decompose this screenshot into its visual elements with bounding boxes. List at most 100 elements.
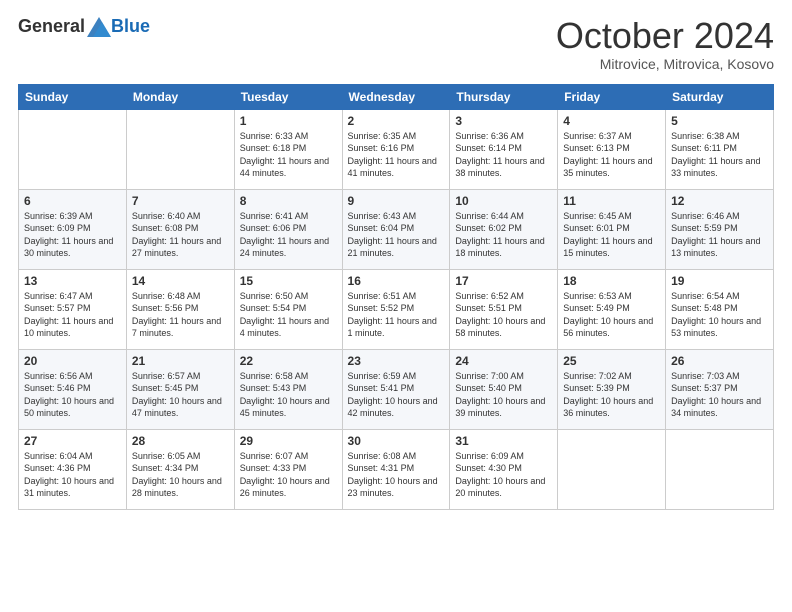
day-info: Sunrise: 6:58 AMSunset: 5:43 PMDaylight:… <box>240 370 337 420</box>
day-number: 25 <box>563 354 660 368</box>
day-info: Sunrise: 6:56 AMSunset: 5:46 PMDaylight:… <box>24 370 121 420</box>
day-info: Sunrise: 6:43 AMSunset: 6:04 PMDaylight:… <box>348 210 445 260</box>
day-info: Sunrise: 6:47 AMSunset: 5:57 PMDaylight:… <box>24 290 121 340</box>
table-row <box>126 109 234 189</box>
table-row: 2Sunrise: 6:35 AMSunset: 6:16 PMDaylight… <box>342 109 450 189</box>
table-row: 27 Sunrise: 6:04 AMSunset: 4:36 PMDayligh… <box>19 429 127 509</box>
day-info: Sunrise: 6:59 AMSunset: 5:41 PMDaylight:… <box>348 370 445 420</box>
day-number: 24 <box>455 354 552 368</box>
day-number: 16 <box>348 274 445 288</box>
table-row: 22 Sunrise: 6:58 AMSunset: 5:43 PMDayligh… <box>234 349 342 429</box>
page: General Blue October 2024 Mitrovice, Mit… <box>0 0 792 612</box>
table-row: 9 Sunrise: 6:43 AMSunset: 6:04 PMDaylight… <box>342 189 450 269</box>
table-row: 5Sunrise: 6:38 AMSunset: 6:11 PMDaylight… <box>666 109 774 189</box>
day-info: Sunrise: 6:51 AMSunset: 5:52 PMDaylight:… <box>348 290 445 340</box>
week-row-3: 20 Sunrise: 6:56 AMSunset: 5:46 PMDayligh… <box>19 349 774 429</box>
logo-icon <box>87 17 111 37</box>
day-number: 12 <box>671 194 768 208</box>
calendar-header-row: Sunday Monday Tuesday Wednesday Thursday… <box>19 84 774 109</box>
day-info: Sunrise: 6:36 AMSunset: 6:14 PMDaylight:… <box>455 130 552 180</box>
day-number: 27 <box>24 434 121 448</box>
table-row: 18 Sunrise: 6:53 AMSunset: 5:49 PMDayligh… <box>558 269 666 349</box>
day-number: 1 <box>240 114 337 128</box>
table-row: 13Sunrise: 6:47 AMSunset: 5:57 PMDayligh… <box>19 269 127 349</box>
day-info: Sunrise: 6:09 AMSunset: 4:30 PMDaylight:… <box>455 450 552 500</box>
table-row: 28Sunrise: 6:05 AMSunset: 4:34 PMDayligh… <box>126 429 234 509</box>
day-info: Sunrise: 6:52 AMSunset: 5:51 PMDaylight:… <box>455 290 552 340</box>
day-number: 28 <box>132 434 229 448</box>
day-info: Sunrise: 6:35 AMSunset: 6:16 PMDaylight:… <box>348 130 445 180</box>
day-number: 23 <box>348 354 445 368</box>
day-number: 18 <box>563 274 660 288</box>
day-number: 31 <box>455 434 552 448</box>
day-info: Sunrise: 6:41 AMSunset: 6:06 PMDaylight:… <box>240 210 337 260</box>
day-info: Sunrise: 6:54 AMSunset: 5:48 PMDaylight:… <box>671 290 768 340</box>
table-row: 17 Sunrise: 6:52 AMSunset: 5:51 PMDayligh… <box>450 269 558 349</box>
day-number: 30 <box>348 434 445 448</box>
table-row: 14Sunrise: 6:48 AMSunset: 5:56 PMDayligh… <box>126 269 234 349</box>
table-row: 23 Sunrise: 6:59 AMSunset: 5:41 PMDayligh… <box>342 349 450 429</box>
day-number: 29 <box>240 434 337 448</box>
day-info: Sunrise: 6:33 AMSunset: 6:18 PMDaylight:… <box>240 130 337 180</box>
day-info: Sunrise: 6:57 AMSunset: 5:45 PMDaylight:… <box>132 370 229 420</box>
table-row: 6 Sunrise: 6:39 AMSunset: 6:09 PMDaylight… <box>19 189 127 269</box>
day-number: 11 <box>563 194 660 208</box>
day-number: 15 <box>240 274 337 288</box>
day-number: 21 <box>132 354 229 368</box>
logo-area: General Blue <box>18 16 150 37</box>
day-info: Sunrise: 6:08 AMSunset: 4:31 PMDaylight:… <box>348 450 445 500</box>
day-info: Sunrise: 7:00 AMSunset: 5:40 PMDaylight:… <box>455 370 552 420</box>
day-number: 6 <box>24 194 121 208</box>
col-sunday: Sunday <box>19 84 127 109</box>
day-info: Sunrise: 6:53 AMSunset: 5:49 PMDaylight:… <box>563 290 660 340</box>
table-row: 7 Sunrise: 6:40 AMSunset: 6:08 PMDaylight… <box>126 189 234 269</box>
table-row: 11Sunrise: 6:45 AMSunset: 6:01 PMDayligh… <box>558 189 666 269</box>
table-row: 20 Sunrise: 6:56 AMSunset: 5:46 PMDayligh… <box>19 349 127 429</box>
day-number: 19 <box>671 274 768 288</box>
day-number: 20 <box>24 354 121 368</box>
table-row: 10Sunrise: 6:44 AMSunset: 6:02 PMDayligh… <box>450 189 558 269</box>
day-info: Sunrise: 6:37 AMSunset: 6:13 PMDaylight:… <box>563 130 660 180</box>
day-info: Sunrise: 7:02 AMSunset: 5:39 PMDaylight:… <box>563 370 660 420</box>
table-row: 31 Sunrise: 6:09 AMSunset: 4:30 PMDayligh… <box>450 429 558 509</box>
table-row: 8 Sunrise: 6:41 AMSunset: 6:06 PMDaylight… <box>234 189 342 269</box>
day-number: 17 <box>455 274 552 288</box>
table-row: 26 Sunrise: 7:03 AMSunset: 5:37 PMDayligh… <box>666 349 774 429</box>
col-friday: Friday <box>558 84 666 109</box>
week-row-4: 27 Sunrise: 6:04 AMSunset: 4:36 PMDayligh… <box>19 429 774 509</box>
day-number: 4 <box>563 114 660 128</box>
table-row <box>666 429 774 509</box>
day-number: 26 <box>671 354 768 368</box>
day-info: Sunrise: 6:46 AMSunset: 5:59 PMDaylight:… <box>671 210 768 260</box>
day-info: Sunrise: 6:39 AMSunset: 6:09 PMDaylight:… <box>24 210 121 260</box>
day-number: 3 <box>455 114 552 128</box>
col-saturday: Saturday <box>666 84 774 109</box>
day-number: 7 <box>132 194 229 208</box>
logo: General Blue <box>18 16 150 37</box>
day-info: Sunrise: 6:38 AMSunset: 6:11 PMDaylight:… <box>671 130 768 180</box>
day-info: Sunrise: 6:04 AMSunset: 4:36 PMDaylight:… <box>24 450 121 500</box>
table-row: 3 Sunrise: 6:36 AMSunset: 6:14 PMDaylight… <box>450 109 558 189</box>
week-row-1: 6 Sunrise: 6:39 AMSunset: 6:09 PMDaylight… <box>19 189 774 269</box>
table-row: 25 Sunrise: 7:02 AMSunset: 5:39 PMDayligh… <box>558 349 666 429</box>
table-row: 24 Sunrise: 7:00 AMSunset: 5:40 PMDayligh… <box>450 349 558 429</box>
table-row <box>558 429 666 509</box>
table-row: 1 Sunrise: 6:33 AMSunset: 6:18 PMDaylight… <box>234 109 342 189</box>
col-monday: Monday <box>126 84 234 109</box>
day-number: 8 <box>240 194 337 208</box>
day-info: Sunrise: 6:40 AMSunset: 6:08 PMDaylight:… <box>132 210 229 260</box>
logo-general-text: General <box>18 16 85 37</box>
day-number: 22 <box>240 354 337 368</box>
month-title: October 2024 <box>556 16 774 56</box>
table-row: 29Sunrise: 6:07 AMSunset: 4:33 PMDayligh… <box>234 429 342 509</box>
table-row: 15Sunrise: 6:50 AMSunset: 5:54 PMDayligh… <box>234 269 342 349</box>
day-number: 9 <box>348 194 445 208</box>
col-wednesday: Wednesday <box>342 84 450 109</box>
week-row-2: 13Sunrise: 6:47 AMSunset: 5:57 PMDayligh… <box>19 269 774 349</box>
table-row: 12 Sunrise: 6:46 AMSunset: 5:59 PMDayligh… <box>666 189 774 269</box>
col-thursday: Thursday <box>450 84 558 109</box>
title-area: October 2024 Mitrovice, Mitrovica, Kosov… <box>556 16 774 72</box>
col-tuesday: Tuesday <box>234 84 342 109</box>
day-info: Sunrise: 7:03 AMSunset: 5:37 PMDaylight:… <box>671 370 768 420</box>
header: General Blue October 2024 Mitrovice, Mit… <box>18 16 774 72</box>
